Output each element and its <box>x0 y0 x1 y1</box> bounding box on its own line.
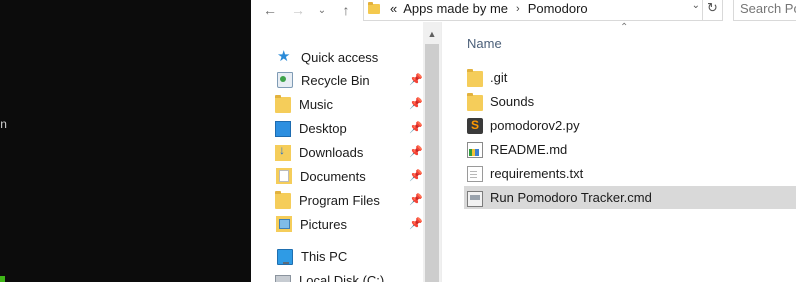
file-name: requirements.txt <box>490 166 584 181</box>
up-button[interactable]: ↑ <box>337 0 355 20</box>
file-name: .git <box>490 70 508 85</box>
nav-item-desktop[interactable]: Desktop 📌 <box>275 117 425 139</box>
recycle-bin-icon <box>277 72 293 88</box>
nav-label: Music <box>299 96 333 112</box>
breadcrumb-separator[interactable]: › <box>516 3 520 15</box>
file-name: Run Pomodoro Tracker.cmd <box>490 190 652 205</box>
breadcrumb-apps-made-by-me[interactable]: Apps made by me <box>403 1 508 16</box>
folder-icon <box>368 1 380 14</box>
arrow-up-icon: ↑ <box>342 2 350 18</box>
arrow-left-icon: ← <box>263 2 277 18</box>
file-explorer-window: ← → ⌄ ↑ « Apps made by me › Pomodoro ⌄ ↻… <box>251 0 796 282</box>
column-header-name[interactable]: Name <box>467 36 502 51</box>
back-button[interactable]: ← <box>261 0 279 20</box>
file-name: README.md <box>490 142 568 157</box>
nav-label: Downloads <box>299 144 364 160</box>
file-row[interactable]: requirements.txt <box>464 162 796 185</box>
documents-icon <box>276 168 292 184</box>
markdown-file-icon <box>467 141 483 158</box>
terminal-window[interactable]: n <box>0 0 251 282</box>
chevron-down-icon: ⌄ <box>317 4 327 16</box>
nav-label: Desktop <box>299 120 347 136</box>
file-row[interactable]: pomodorov2.py <box>464 114 796 137</box>
refresh-button[interactable]: ↻ <box>702 0 722 20</box>
pictures-icon <box>276 216 292 232</box>
sublime-file-icon <box>467 117 483 134</box>
pin-icon[interactable]: 📌 <box>409 97 423 110</box>
nav-label: Pictures <box>300 216 347 232</box>
nav-item-local-disk[interactable]: Local Disk (C:) <box>275 269 425 282</box>
navigation-scrollbar[interactable]: ▲ <box>423 22 441 282</box>
terminal-text: n <box>0 118 8 132</box>
file-row[interactable]: README.md <box>464 138 796 161</box>
nav-item-recycle-bin[interactable]: Recycle Bin 📌 <box>275 69 425 91</box>
nav-label: Documents <box>300 168 366 184</box>
file-list: ⌃ Name .git Sounds pomodorov2.py README.… <box>442 22 796 282</box>
cmd-file-icon <box>467 190 483 207</box>
address-dropdown-icon[interactable]: ⌄ <box>692 0 700 11</box>
refresh-icon: ↻ <box>707 0 718 15</box>
pin-icon[interactable]: 📌 <box>409 121 423 134</box>
scrollbar-thumb[interactable] <box>425 44 439 282</box>
downloads-icon <box>275 143 291 161</box>
search-input[interactable]: Search Po <box>733 0 796 21</box>
nav-label: Quick access <box>301 49 379 65</box>
folder-icon <box>275 95 291 113</box>
arrow-right-icon: → <box>291 2 305 18</box>
disk-drive-icon <box>275 275 291 282</box>
recent-locations-button[interactable]: ⌄ <box>313 0 331 20</box>
text-file-icon <box>467 165 483 182</box>
file-row[interactable]: .git <box>464 66 796 89</box>
nav-label: Program Files <box>299 192 380 208</box>
terminal-status-marker <box>0 276 5 282</box>
address-toolbar: ← → ⌄ ↑ « Apps made by me › Pomodoro ⌄ ↻… <box>251 0 796 22</box>
nav-label: This PC <box>301 248 348 264</box>
forward-button[interactable]: → <box>289 0 307 20</box>
folder-icon <box>275 191 291 209</box>
nav-item-music[interactable]: Music 📌 <box>275 93 425 115</box>
breadcrumb-pomodoro[interactable]: Pomodoro <box>528 1 588 16</box>
pin-icon[interactable]: 📌 <box>409 169 423 182</box>
folder-icon <box>467 68 483 87</box>
file-name: pomodorov2.py <box>490 118 580 133</box>
sort-ascending-icon: ⌃ <box>620 22 629 33</box>
desktop-icon <box>275 121 291 137</box>
file-row[interactable]: Sounds <box>464 90 796 113</box>
pin-icon[interactable]: 📌 <box>409 145 423 158</box>
nav-item-this-pc[interactable]: This PC <box>277 245 427 267</box>
star-icon: ★ <box>277 48 291 65</box>
chevron-up-icon: ▲ <box>427 29 437 39</box>
nav-label: Local Disk (C:) <box>299 272 385 282</box>
file-name: Sounds <box>490 94 535 109</box>
pin-icon[interactable]: 📌 <box>409 73 423 86</box>
address-bar[interactable]: « Apps made by me › Pomodoro ⌄ ↻ <box>363 0 723 21</box>
nav-item-downloads[interactable]: Downloads 📌 <box>275 141 425 163</box>
nav-item-program-files[interactable]: Program Files 📌 <box>275 189 425 211</box>
nav-quick-access[interactable]: ★ Quick access <box>277 46 427 68</box>
pin-icon[interactable]: 📌 <box>409 193 423 206</box>
folder-icon <box>467 92 483 111</box>
navigation-pane: ★ Quick access Recycle Bin 📌 Music 📌 Des… <box>251 22 441 282</box>
file-row-selected[interactable]: Run Pomodoro Tracker.cmd <box>464 186 796 209</box>
computer-icon <box>277 248 293 265</box>
nav-item-documents[interactable]: Documents 📌 <box>275 165 425 187</box>
pin-icon[interactable]: 📌 <box>409 217 423 230</box>
nav-label: Recycle Bin <box>301 72 370 88</box>
breadcrumb-overflow[interactable]: « <box>390 1 397 16</box>
nav-item-pictures[interactable]: Pictures 📌 <box>275 213 425 235</box>
scroll-up-button[interactable]: ▲ <box>423 26 441 42</box>
